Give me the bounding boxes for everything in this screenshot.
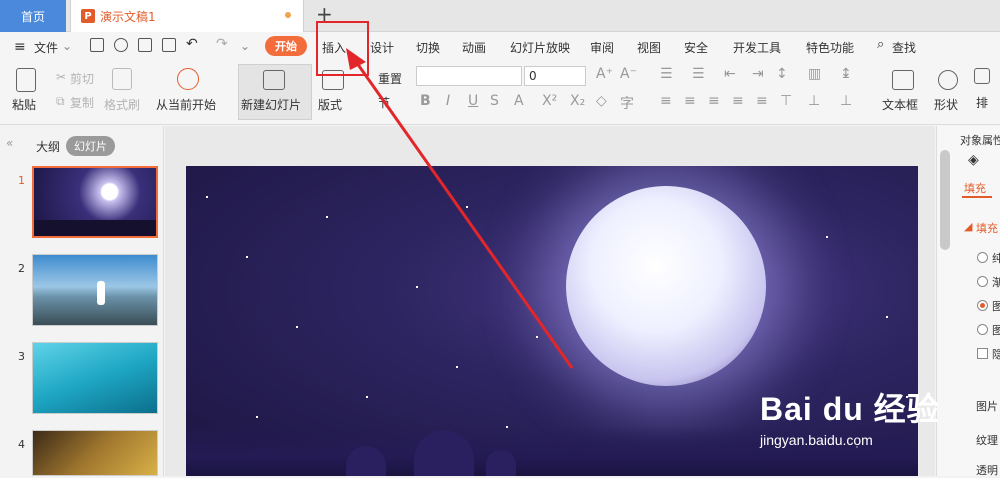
watermark-url: jingyan.baidu.com (760, 432, 873, 448)
watermark-brand: Bai du 经验 (760, 391, 940, 427)
baidu-watermark: Bai du 经验 jingyan.baidu.com (760, 384, 940, 448)
